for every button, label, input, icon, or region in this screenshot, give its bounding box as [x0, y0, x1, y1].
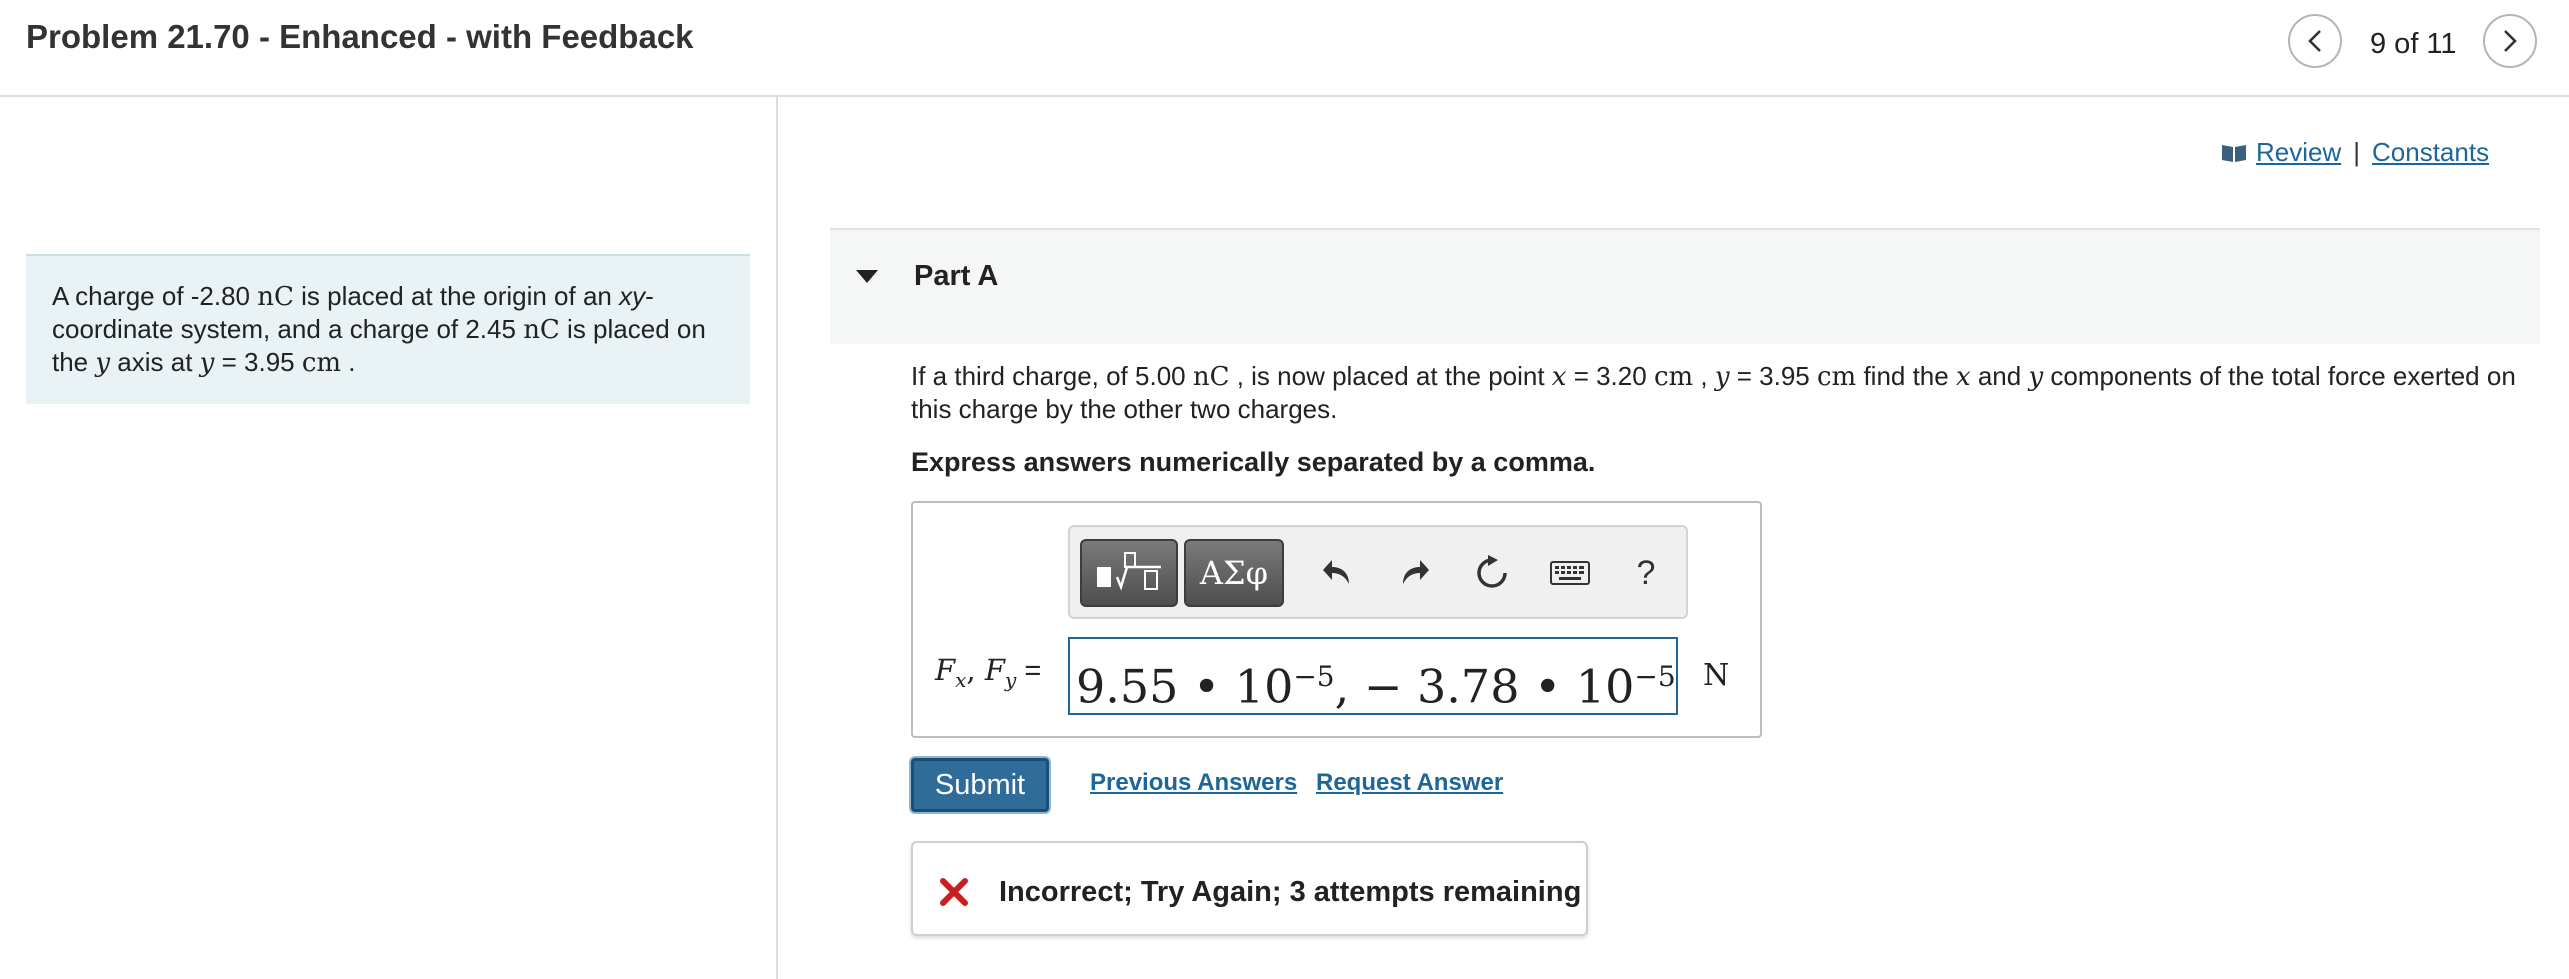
- resource-links: Review | Constants: [2220, 137, 2489, 168]
- answer-unit: N: [1703, 658, 1730, 693]
- previous-problem-button[interactable]: [2288, 14, 2342, 68]
- book-icon: [2222, 144, 2246, 162]
- help-button[interactable]: ?: [1618, 539, 1674, 607]
- caret-down-icon: [856, 270, 878, 283]
- submit-button[interactable]: Submit: [911, 758, 1049, 812]
- feedback-box: Incorrect; Try Again; 3 attempts remaini…: [911, 841, 1588, 936]
- review-link[interactable]: Review: [2256, 137, 2341, 168]
- question-text: If a third charge, of 5.00 nC , is now p…: [911, 361, 2516, 424]
- header: Problem 21.70 - Enhanced - with Feedback…: [0, 0, 2569, 97]
- keyboard-icon: [1550, 561, 1590, 585]
- page-title: Problem 21.70 - Enhanced - with Feedback: [26, 18, 694, 55]
- link-separator: |: [2353, 137, 2361, 167]
- previous-answers-link[interactable]: Previous Answers: [1090, 769, 1297, 797]
- templates-icon: [1097, 552, 1161, 591]
- next-problem-button[interactable]: [2483, 14, 2537, 68]
- part-a-header[interactable]: Part A: [830, 228, 2540, 344]
- math-toolbar: ΑΣφ ?: [1068, 525, 1688, 619]
- problem-counter: 9 of 11: [2370, 28, 2457, 60]
- reset-button[interactable]: [1464, 539, 1520, 607]
- constants-link[interactable]: Constants: [2372, 137, 2489, 168]
- answer-box: ΑΣφ ? Fx, Fy = 9.55 • 10−5, − 3.78 • 10−…: [911, 501, 1762, 738]
- request-answer-link[interactable]: Request Answer: [1316, 769, 1503, 797]
- answer-input[interactable]: 9.55 • 10−5, − 3.78 • 10−5: [1068, 637, 1678, 715]
- part-label: Part A: [914, 260, 999, 292]
- keyboard-button[interactable]: [1542, 539, 1598, 607]
- chevron-left-icon: [2308, 30, 2321, 52]
- feedback-message: Incorrect; Try Again; 3 attempts remaini…: [999, 876, 1582, 908]
- answer-label: Fx, Fy =: [935, 653, 1042, 692]
- chevron-right-icon: [2504, 30, 2517, 52]
- answer-instruction: Express answers numerically separated by…: [911, 447, 1596, 477]
- panel-divider: [776, 97, 778, 979]
- x-mark-icon: [940, 878, 968, 906]
- templates-button[interactable]: [1080, 539, 1178, 607]
- redo-button[interactable]: [1386, 539, 1442, 607]
- reset-icon: [1477, 555, 1507, 588]
- undo-button[interactable]: [1310, 539, 1366, 607]
- redo-icon: [1403, 560, 1429, 584]
- problem-context: A charge of -2.80 nC is placed at the or…: [26, 254, 750, 404]
- symbols-button[interactable]: ΑΣφ: [1184, 539, 1284, 607]
- undo-icon: [1323, 560, 1349, 584]
